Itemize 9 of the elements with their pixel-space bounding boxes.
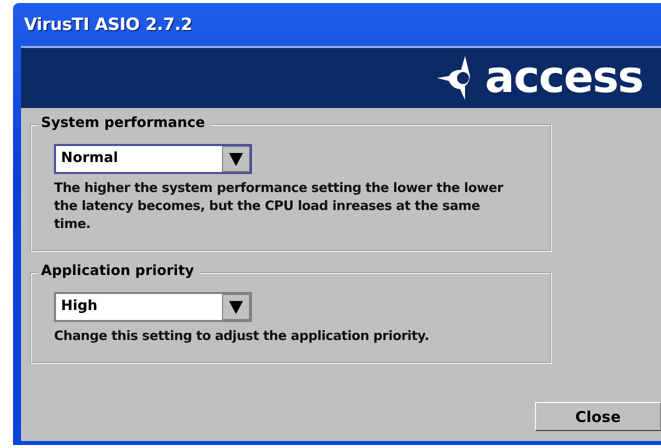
group-title: System performance xyxy=(38,115,212,131)
dropdown[interactable]: High xyxy=(54,292,252,322)
dropdown[interactable]: Normal xyxy=(54,144,252,174)
window-title: VirusTI ASIO 2.7.2 xyxy=(24,14,192,34)
group-title: Application priority xyxy=(38,263,200,279)
description-text: Change this setting to adjust the application priority. xyxy=(54,328,430,346)
close-button[interactable]: Close xyxy=(535,402,661,431)
brand-logo: access xyxy=(484,56,643,100)
description-text: The higher the system performance setting the lower the lower the latency becomes, but the CPU load inreases at the same time. xyxy=(54,180,504,234)
